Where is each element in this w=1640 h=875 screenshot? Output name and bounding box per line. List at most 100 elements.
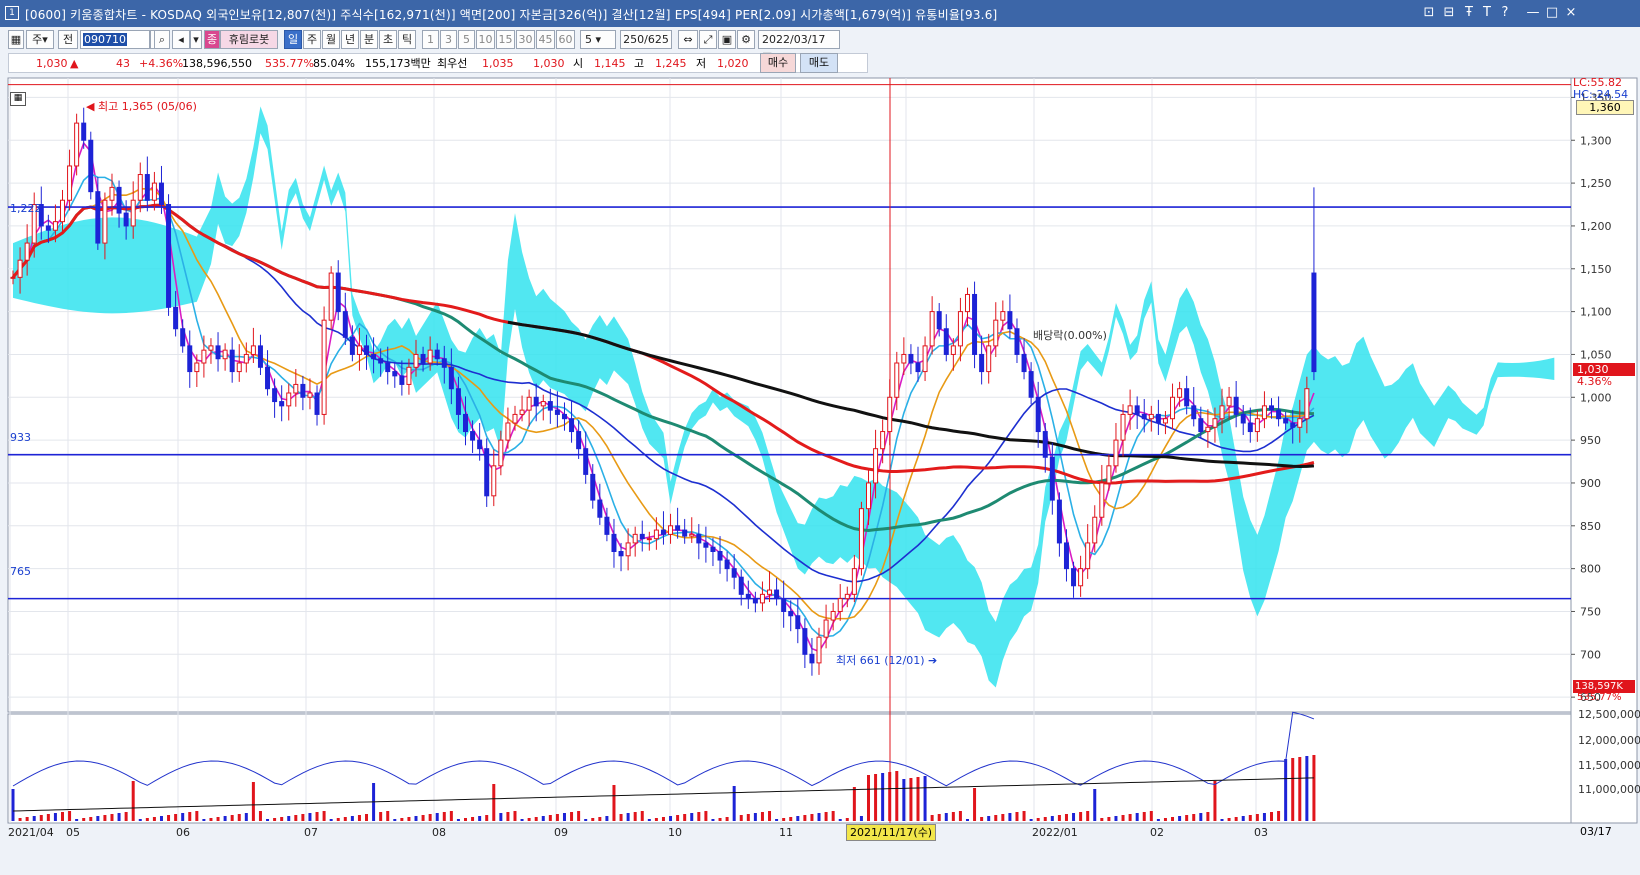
open-price: 1,145 bbox=[594, 57, 626, 70]
chart-area[interactable]: 650 700 750 800 850 900 950 1,000 1,050 1,100 1,15… bbox=[0, 76, 1640, 872]
candle-body bbox=[1120, 413, 1126, 441]
candle-body bbox=[646, 538, 652, 541]
volume-bar bbox=[888, 772, 892, 821]
volume-bar bbox=[1171, 817, 1175, 821]
volume-bar bbox=[499, 813, 503, 821]
volume-bar bbox=[188, 812, 192, 821]
stock-name[interactable]: 휴림로봇 bbox=[220, 30, 278, 49]
stock-code-input[interactable]: 090710 bbox=[80, 30, 150, 49]
sound-icon[interactable]: ◂ bbox=[172, 30, 190, 49]
interval-input[interactable]: 5 ▾ bbox=[580, 30, 616, 49]
price-chart-svg[interactable]: 6507007508008509009501,0001,0501,1001,15… bbox=[0, 76, 1640, 872]
sell-button[interactable]: 매도 bbox=[800, 53, 838, 73]
volume-bar bbox=[661, 817, 665, 821]
interval-3[interactable]: 3 bbox=[440, 30, 457, 49]
candle-body bbox=[1071, 568, 1077, 587]
period-year[interactable]: 년 bbox=[341, 30, 359, 49]
split-icon[interactable]: ⊟ bbox=[1440, 4, 1458, 22]
volume-bar bbox=[711, 819, 715, 821]
candle-body bbox=[979, 353, 985, 373]
volume-bar bbox=[471, 817, 475, 821]
time-tick-label: 05 bbox=[66, 826, 80, 839]
volume-bar bbox=[958, 811, 962, 821]
volume-bar bbox=[1008, 813, 1012, 821]
date-input[interactable]: 2022/03/17 ▦ bbox=[758, 30, 840, 63]
period-tick[interactable]: 틱 bbox=[398, 30, 416, 49]
candle-body bbox=[272, 388, 278, 403]
interval-5[interactable]: 5 bbox=[458, 30, 475, 49]
candle-body bbox=[880, 431, 886, 450]
volume-bar bbox=[697, 812, 701, 821]
candle-body bbox=[830, 610, 836, 621]
volume-tick-label: 12,000,000 bbox=[1578, 734, 1640, 747]
sound-dropdown-icon[interactable]: ▾ bbox=[190, 30, 202, 49]
help-icon[interactable]: ? bbox=[1496, 4, 1514, 22]
interval-15[interactable]: 15 bbox=[496, 30, 515, 49]
volume-bar bbox=[39, 815, 43, 821]
maximize-icon[interactable]: □ bbox=[1543, 4, 1561, 22]
volume-bar bbox=[1086, 811, 1090, 821]
volume-bar bbox=[280, 817, 284, 821]
volume-bar bbox=[287, 816, 291, 821]
prev-button[interactable]: 전 bbox=[58, 30, 78, 49]
app-icon[interactable]: 1 bbox=[5, 6, 19, 20]
period-second[interactable]: 초 bbox=[379, 30, 397, 49]
candle-body bbox=[484, 448, 490, 497]
volume-bar bbox=[874, 774, 878, 821]
candle-body bbox=[1261, 405, 1267, 420]
volume-bar bbox=[605, 816, 609, 821]
candle-body bbox=[597, 499, 603, 518]
period-day[interactable]: 일 bbox=[284, 30, 302, 49]
candle-body bbox=[724, 559, 730, 570]
time-tick-label: 06 bbox=[176, 826, 190, 839]
pin-icon[interactable]: Ŧ bbox=[1460, 4, 1478, 22]
candle-body bbox=[491, 465, 497, 497]
title-bar: 1 [0600] 키움종합차트 - KOSDAQ 외국인보유[12,807(천)… bbox=[0, 0, 1640, 27]
volume-bar bbox=[845, 818, 849, 821]
interval-60[interactable]: 60 bbox=[556, 30, 575, 49]
period-month[interactable]: 월 bbox=[322, 30, 340, 49]
volume-bar bbox=[181, 813, 185, 821]
volume-bar bbox=[1001, 814, 1005, 821]
chart-grid-icon[interactable]: ▦ bbox=[10, 92, 26, 106]
volume-bar bbox=[1072, 813, 1076, 821]
period-select[interactable]: 주▾ bbox=[26, 30, 54, 49]
grid-icon[interactable]: ▦ bbox=[8, 30, 24, 49]
volume-bar bbox=[895, 771, 899, 821]
count-input[interactable]: 250/625 bbox=[620, 30, 672, 49]
interval-10[interactable]: 10 bbox=[476, 30, 495, 49]
candle-body bbox=[816, 636, 822, 664]
save-icon[interactable]: ▣ bbox=[718, 30, 736, 49]
candle-body bbox=[936, 311, 942, 330]
restore-layout-icon[interactable]: ⊡ bbox=[1420, 4, 1438, 22]
gear-icon[interactable]: ⚙ bbox=[737, 30, 755, 49]
volume-bar bbox=[746, 814, 750, 821]
volume-bar bbox=[654, 818, 658, 821]
volume-bar bbox=[1277, 811, 1281, 821]
zoom-icon[interactable]: ⤢ bbox=[699, 30, 717, 49]
time-tick-label: 2022/01 bbox=[1032, 826, 1078, 839]
candle-body bbox=[180, 328, 186, 347]
minimize-icon[interactable]: — bbox=[1524, 4, 1542, 22]
volume-bar bbox=[216, 817, 220, 821]
period-minute[interactable]: 분 bbox=[360, 30, 378, 49]
candle-body bbox=[526, 396, 532, 411]
close-icon[interactable]: × bbox=[1562, 4, 1580, 22]
interval-30[interactable]: 30 bbox=[516, 30, 535, 49]
candle-body bbox=[802, 628, 808, 655]
candle-body bbox=[894, 362, 900, 398]
interval-45[interactable]: 45 bbox=[536, 30, 555, 49]
period-week[interactable]: 주 bbox=[303, 30, 321, 49]
volume-bar bbox=[103, 815, 107, 821]
buy-button[interactable]: 매수 bbox=[760, 53, 796, 73]
text-icon[interactable]: T bbox=[1478, 4, 1496, 22]
volume-bar bbox=[725, 817, 729, 821]
search-icon[interactable]: ⌕ bbox=[154, 30, 170, 49]
volume-bar bbox=[930, 815, 934, 821]
candle-body bbox=[533, 396, 539, 407]
interval-1[interactable]: 1 bbox=[422, 30, 439, 49]
range-icon[interactable]: ⇔ bbox=[678, 30, 698, 49]
price-change: 43 bbox=[116, 57, 130, 70]
candle-body bbox=[950, 345, 956, 355]
volume-bar bbox=[520, 819, 524, 821]
